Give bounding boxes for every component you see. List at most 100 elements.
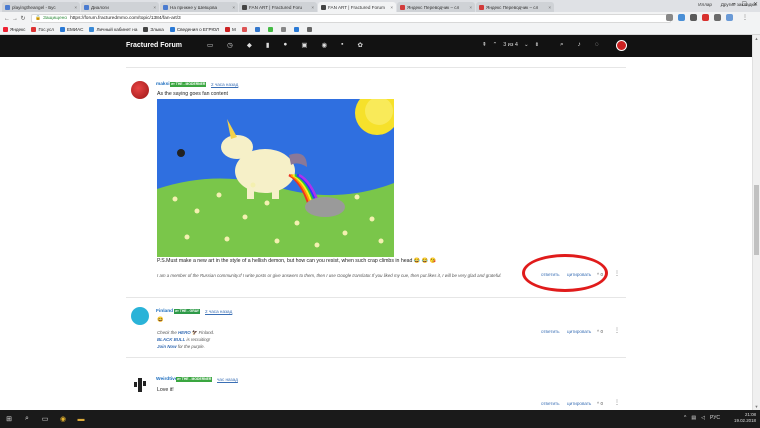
search-icon[interactable]: ⌕ (560, 41, 564, 49)
browser-tab[interactable]: На прнжне у Шевцова × (160, 2, 238, 12)
avatar[interactable] (131, 375, 149, 393)
explorer-icon[interactable]: ▬ (72, 416, 90, 423)
system-tray: ^ ▤ ◁ РУС (684, 415, 720, 421)
chrome-icon[interactable]: ◉ (54, 415, 72, 423)
page-scrollbar[interactable]: ▲ ▼ (752, 35, 760, 410)
browser-tab[interactable]: FAN ART | Fractured Foru × (239, 2, 317, 12)
vote-count[interactable]: ^ 0 (597, 329, 603, 334)
reply-button[interactable]: ответить (541, 401, 560, 406)
bookmark-item[interactable]: Сведения о ЕГРЮЛ (169, 27, 219, 32)
prev-page-icon[interactable]: ⌃ (493, 42, 498, 48)
quote-button[interactable]: цитировать (567, 329, 591, 334)
bookmark-item[interactable]: Гос.усл (31, 27, 54, 32)
bookmark-item[interactable]: ЕМИАС (59, 27, 83, 32)
tags-icon[interactable]: ◆ (247, 41, 252, 49)
star-icon[interactable] (666, 14, 673, 21)
browser-profile-name[interactable]: Иллар (698, 2, 712, 7)
scroll-down-icon[interactable]: ▼ (753, 404, 760, 409)
volume-icon[interactable]: ◁ (701, 415, 705, 421)
chat-icon[interactable]: ◌ (595, 41, 599, 49)
avatar[interactable] (131, 307, 149, 325)
post-menu-icon[interactable]: ⋮ (614, 399, 620, 406)
reload-icon[interactable]: ↻ (19, 15, 27, 22)
gear-icon[interactable]: ✿ (357, 41, 362, 49)
adblock-icon[interactable] (702, 14, 709, 21)
last-page-icon[interactable]: ⇟ (535, 42, 540, 48)
browser-tab[interactable]: FAN ART | Fractured Forum × (318, 2, 396, 12)
back-icon[interactable]: ← (3, 16, 11, 22)
browser-tab[interactable]: Яндекс Переводчик – сл × (476, 2, 554, 12)
menu-icon[interactable]: ⋮ (742, 14, 749, 21)
clock-icon[interactable]: ◷ (227, 41, 233, 49)
bookmark-item[interactable] (280, 27, 288, 32)
tray-expand-icon[interactable]: ^ (684, 415, 686, 421)
extension-icon[interactable] (714, 14, 721, 21)
other-bookmarks[interactable]: Другие закладки (721, 2, 756, 7)
bookmark-favicon-icon (267, 27, 273, 32)
extension-icon[interactable] (678, 14, 685, 21)
url-bar[interactable]: 🔒 Защищено https://forum.fracturedmmo.co… (31, 14, 671, 23)
url-text: https://forum.fracturedmmo.com/topic/138… (70, 16, 181, 21)
bookmark-item[interactable] (254, 27, 262, 32)
tab-close-icon[interactable]: × (232, 5, 235, 10)
next-page-icon[interactable]: ⌄ (524, 42, 529, 48)
post-author[interactable]: Finland (156, 309, 173, 314)
bookmark-item[interactable]: M (225, 27, 236, 32)
forum-title[interactable]: Fractured Forum (126, 42, 182, 49)
post-author[interactable]: Weirdtive (156, 377, 178, 382)
twitch-icon[interactable]: ▣ (301, 41, 307, 49)
task-view-icon[interactable]: ▭ (36, 415, 54, 423)
tab-close-icon[interactable]: × (74, 5, 77, 10)
bookmark-item[interactable]: Яндекс (3, 27, 25, 32)
clock[interactable]: 21:08 19.02.2018 (734, 412, 756, 424)
bookmark-favicon-icon (59, 27, 65, 32)
vote-count[interactable]: ^ 0 (597, 401, 603, 406)
page-indicator[interactable]: 3 из 4 (503, 42, 518, 48)
reply-button[interactable]: ответить (541, 329, 560, 334)
language-indicator[interactable]: РУС (710, 415, 720, 421)
network-icon[interactable]: ▤ (691, 415, 696, 421)
users-icon[interactable]: ● (283, 41, 287, 49)
user-avatar[interactable] (616, 40, 627, 51)
post-menu-icon[interactable]: ⋮ (614, 270, 620, 277)
bookmark-item[interactable] (267, 27, 275, 32)
chart-icon[interactable]: ▮ (266, 41, 270, 49)
windows-start-icon[interactable]: ⊞ (0, 415, 18, 423)
forward-icon[interactable]: → (11, 16, 19, 22)
bookmark-item[interactable] (293, 27, 301, 32)
browser-tab[interactable]: playingtheangel - Бус × (2, 2, 80, 12)
fan-art-image[interactable] (157, 99, 394, 257)
bookmark-item[interactable] (306, 27, 314, 32)
vk-icon[interactable]: ▪ (341, 41, 343, 49)
post-menu-icon[interactable]: ⋮ (614, 327, 620, 334)
search-icon[interactable]: ⌕ (18, 415, 36, 423)
first-page-icon[interactable]: ⇞ (482, 42, 487, 48)
tab-close-icon[interactable]: × (153, 5, 156, 10)
inbox-icon[interactable]: ▭ (207, 41, 213, 49)
tab-close-icon[interactable]: × (548, 5, 551, 10)
bookmark-item[interactable]: Злыка (143, 27, 164, 32)
user-badge: лт ТНЕ - MODERNER (176, 377, 213, 382)
bookmark-item[interactable]: Личный кабинет на (89, 27, 137, 32)
tab-close-icon[interactable]: × (311, 5, 314, 10)
extension-icon[interactable] (690, 14, 697, 21)
avatar[interactable] (131, 81, 149, 99)
steam-icon[interactable]: ◉ (322, 41, 328, 49)
post-time[interactable]: час назад (217, 377, 238, 382)
bookmark-item[interactable] (241, 27, 249, 32)
browser-tab[interactable]: Диалоги × (81, 2, 159, 12)
notifications-icon[interactable]: ♪ (578, 41, 581, 49)
post-author[interactable]: maksi (156, 82, 170, 87)
scroll-thumb[interactable] (754, 185, 759, 255)
post-time[interactable]: 2 часа назад (205, 309, 232, 314)
tab-close-icon[interactable]: × (390, 5, 393, 10)
quote-button[interactable]: цитировать (567, 401, 591, 406)
signature-line: Check the HERO 🦅 Finland. (157, 330, 215, 335)
browser-tab[interactable]: Яндекс Переводчик – сл × (397, 2, 475, 12)
tab-close-icon[interactable]: × (469, 5, 472, 10)
extension-icon[interactable] (726, 14, 733, 21)
post-time[interactable]: 2 часа назад (211, 82, 238, 87)
header-user-nav: ⌕ ♪ ◌ (560, 41, 599, 49)
tab-favicon-icon (163, 4, 168, 10)
scroll-up-icon[interactable]: ▲ (753, 36, 760, 41)
